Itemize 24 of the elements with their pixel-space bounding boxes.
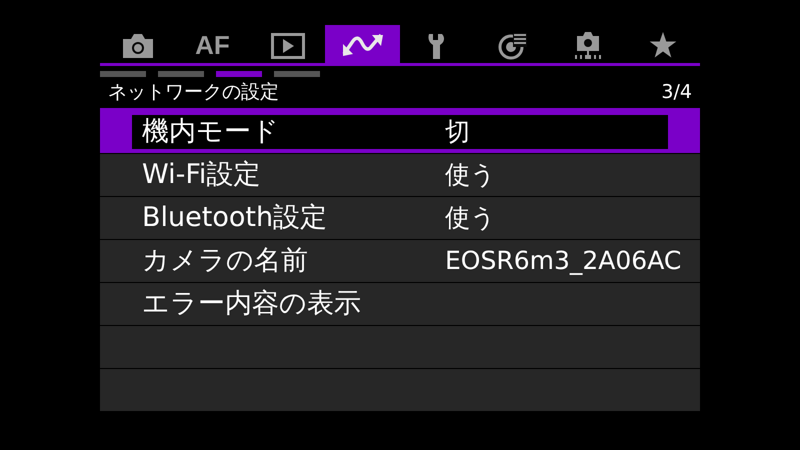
item-label: 機内モード: [142, 114, 280, 149]
item-label: エラー内容の表示: [142, 286, 362, 321]
dial-list-icon: [498, 32, 528, 60]
menu-tab[interactable]: [325, 25, 400, 66]
menu-title: ネットワークの設定: [108, 80, 279, 106]
item-label: カメラの名前: [142, 244, 309, 278]
menu-item[interactable]: Bluetooth設定 使う: [100, 197, 700, 240]
item-label: Wi-Fi設定: [142, 158, 262, 192]
menu-item[interactable]: カメラの名前 EOSR6m3_2A06AC: [100, 240, 700, 283]
wave-arrows-icon: [340, 34, 384, 58]
camera-icon: [120, 32, 154, 58]
menu-item[interactable]: 機内モード 切: [100, 111, 700, 154]
page-number: 3/4: [661, 80, 692, 106]
item-value: 使う: [445, 159, 496, 192]
play-icon: [270, 32, 304, 58]
item-value: EOSR6m3_2A06AC: [445, 245, 682, 278]
menu-tab[interactable]: AF: [175, 25, 250, 66]
menu-item[interactable]: Wi-Fi設定 使う: [100, 154, 700, 197]
camera-dots-icon: [572, 30, 602, 60]
item-value: 使う: [445, 202, 496, 234]
item-label: Bluetooth設定: [142, 200, 328, 235]
menu-item[interactable]: エラー内容の表示: [100, 283, 700, 326]
item-value: 切: [445, 116, 470, 148]
star-icon: [648, 32, 676, 59]
